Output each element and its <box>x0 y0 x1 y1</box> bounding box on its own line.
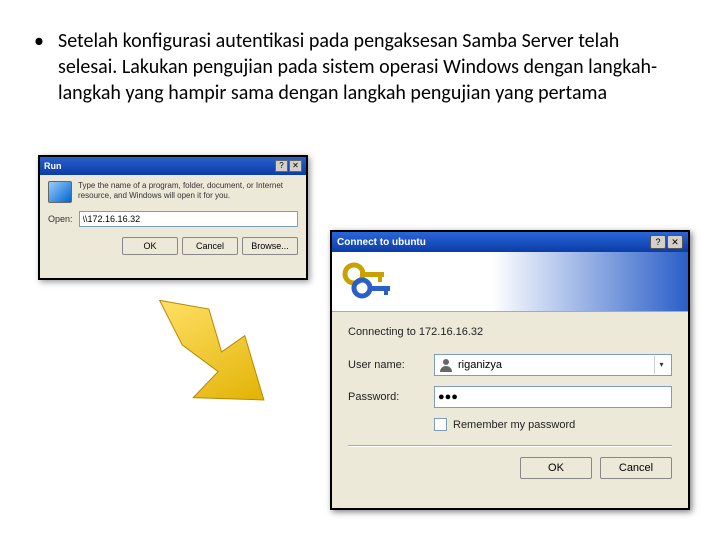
connecting-text: Connecting to 172.16.16.32 <box>348 326 672 338</box>
arrow-icon <box>140 300 290 420</box>
username-label: User name: <box>348 359 426 371</box>
help-icon[interactable]: ? <box>275 160 288 172</box>
remember-checkbox[interactable] <box>434 418 447 431</box>
user-icon <box>438 357 454 373</box>
run-titlebar: Run ? ✕ <box>40 157 306 175</box>
username-dropdown-icon[interactable]: ▾ <box>654 356 668 374</box>
connect-dialog: Connect to ubuntu ? ✕ Connecting to 172.… <box>330 230 690 510</box>
help-icon[interactable]: ? <box>650 235 666 249</box>
connect-cancel-button[interactable]: Cancel <box>600 457 672 479</box>
close-icon[interactable]: ✕ <box>289 160 302 172</box>
open-input[interactable] <box>79 211 298 227</box>
remember-label: Remember my password <box>453 419 575 431</box>
run-app-icon <box>48 181 72 203</box>
password-input[interactable] <box>438 391 668 403</box>
bullet-text: Setelah konfigurasi autentikasi pada pen… <box>58 28 680 106</box>
separator <box>348 445 672 447</box>
connect-ok-button[interactable]: OK <box>520 457 592 479</box>
run-title: Run <box>44 161 62 171</box>
run-cancel-button[interactable]: Cancel <box>182 237 238 255</box>
close-icon[interactable]: ✕ <box>667 235 683 249</box>
connect-banner <box>332 252 688 312</box>
username-input[interactable] <box>458 359 654 371</box>
run-ok-button[interactable]: OK <box>122 237 178 255</box>
open-label: Open: <box>48 214 73 224</box>
run-description: Type the name of a program, folder, docu… <box>78 181 298 200</box>
run-browse-button[interactable]: Browse... <box>242 237 298 255</box>
keys-icon <box>340 258 396 306</box>
run-dialog: Run ? ✕ Type the name of a program, fold… <box>38 155 308 280</box>
connect-titlebar: Connect to ubuntu ? ✕ <box>332 232 688 252</box>
password-label: Password: <box>348 391 426 403</box>
connect-title: Connect to ubuntu <box>337 237 426 248</box>
